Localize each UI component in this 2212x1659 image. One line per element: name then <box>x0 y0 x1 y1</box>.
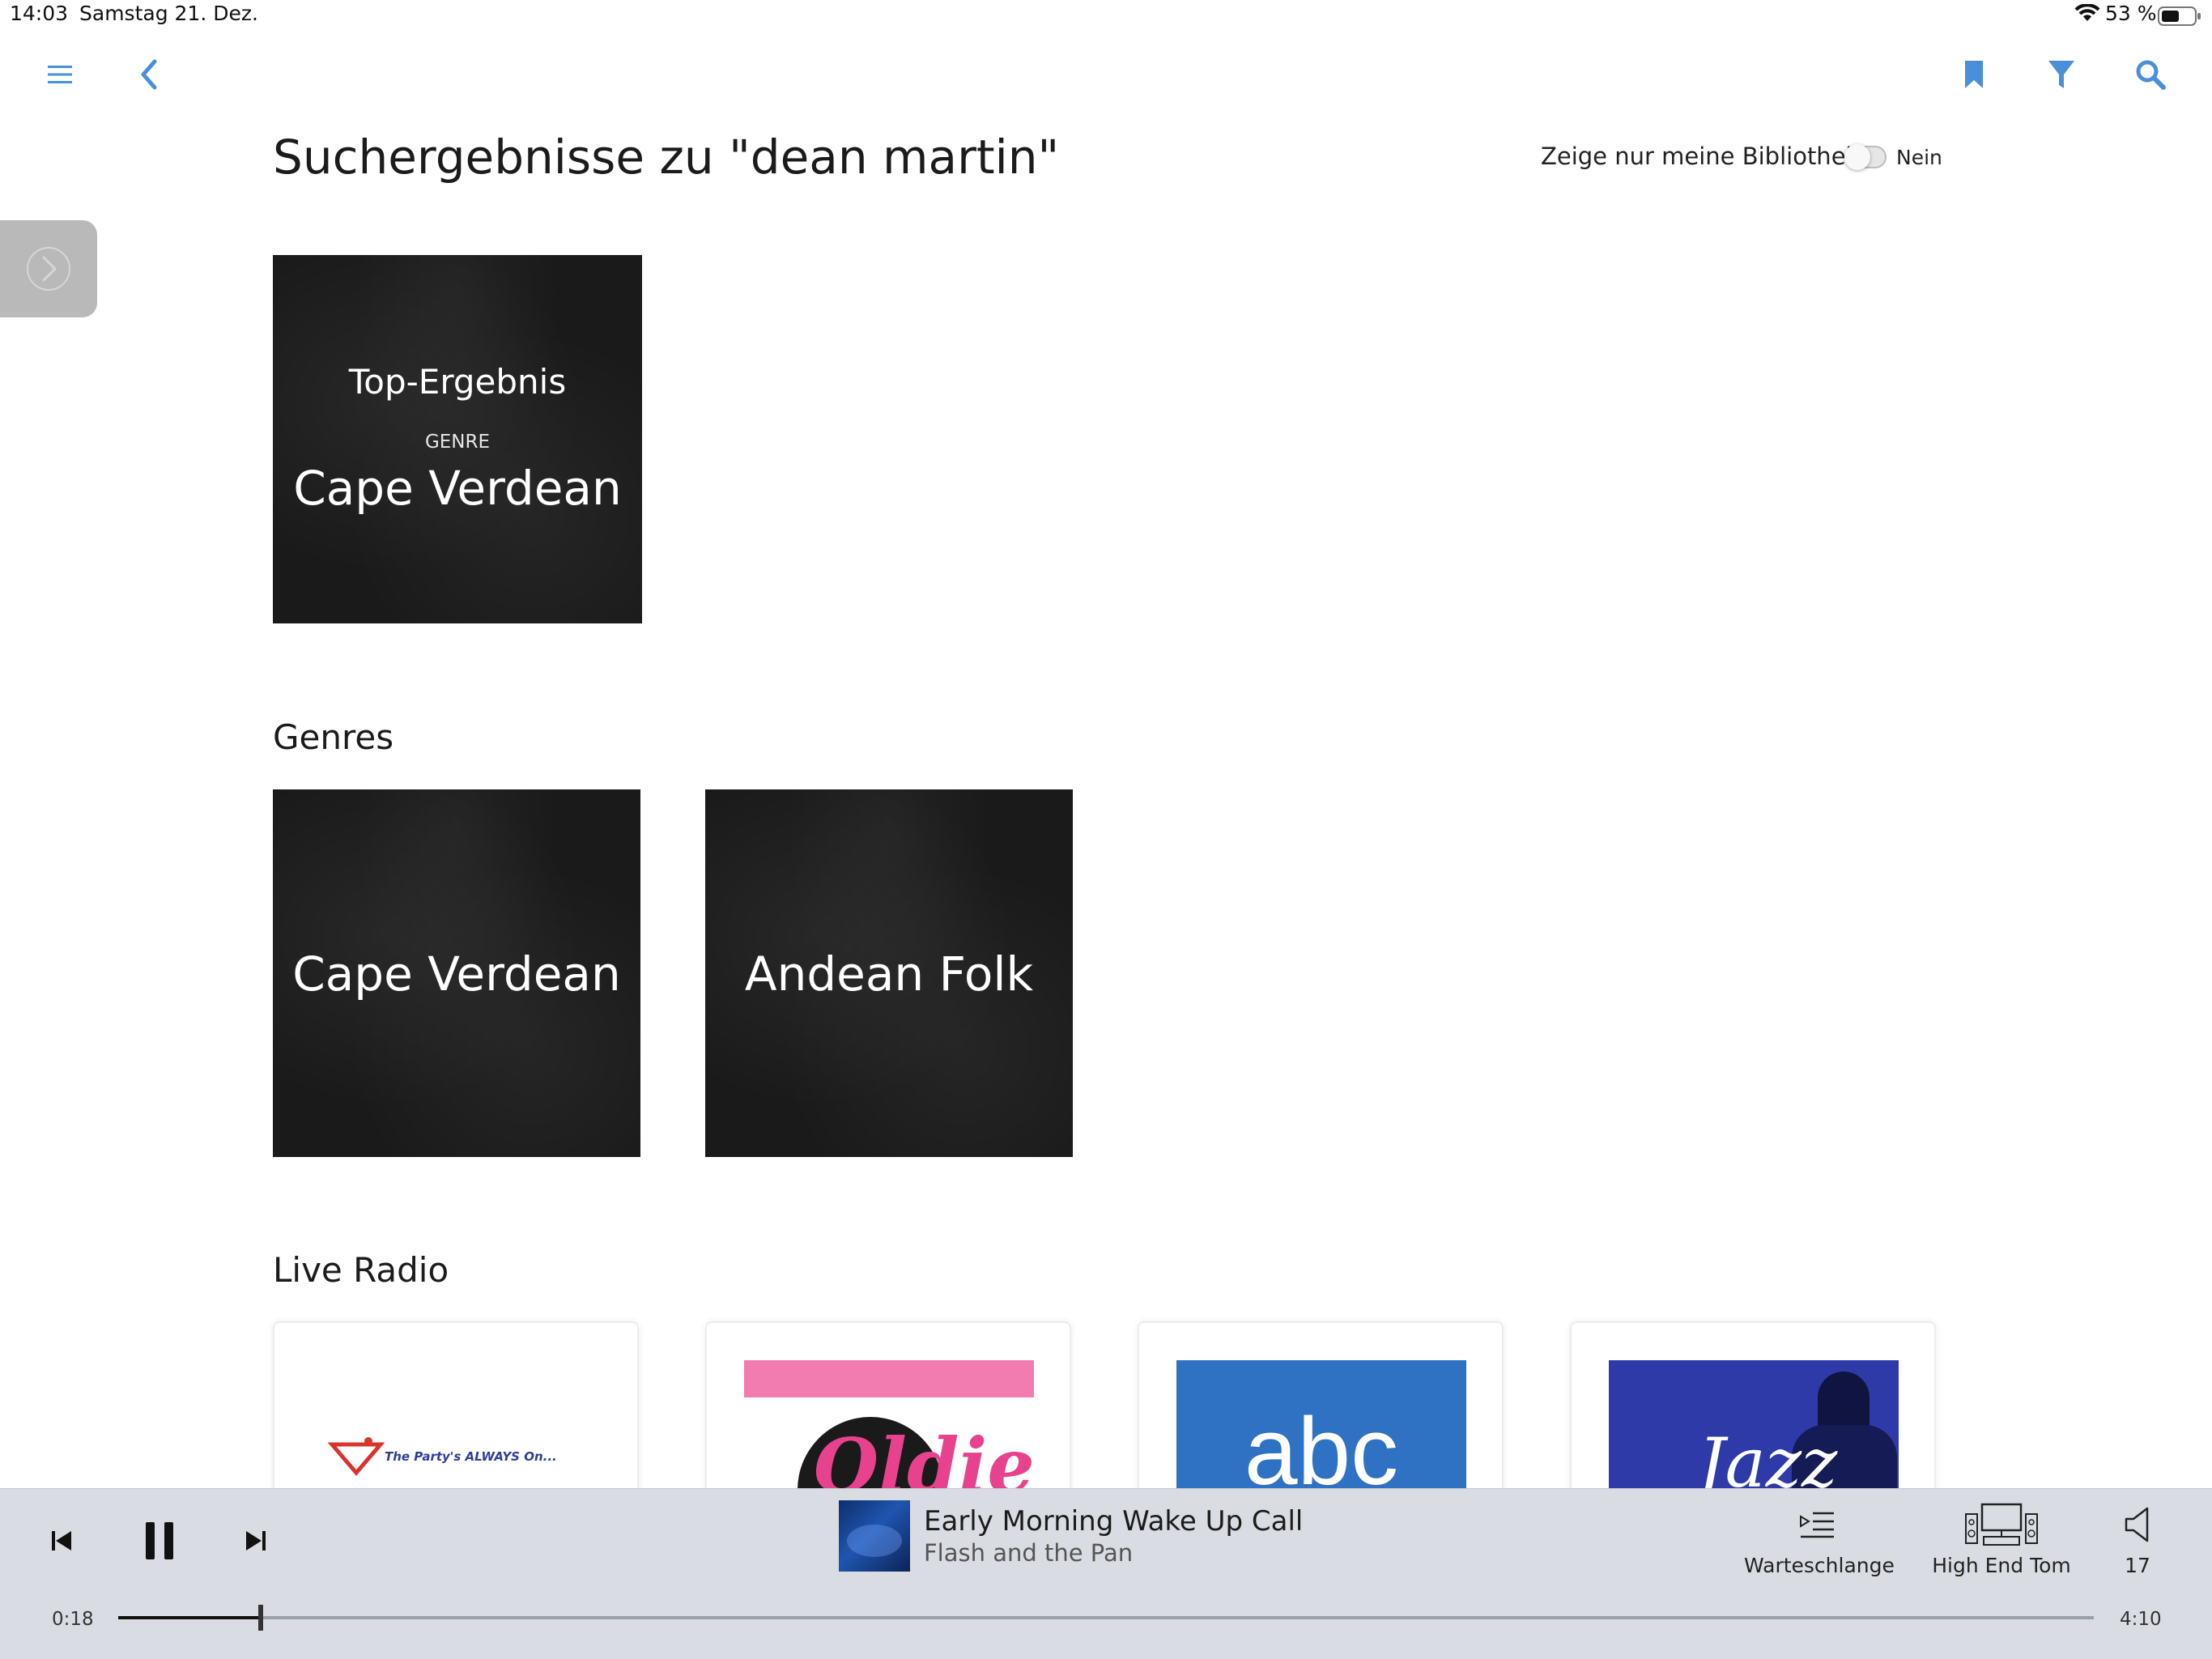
library-toggle-value: Nein <box>1896 146 1942 169</box>
now-playing-bar: Early Morning Wake Up Call Flash and the… <box>0 1488 2212 1659</box>
battery-percent: 53 % <box>2105 2 2157 25</box>
pause-button[interactable] <box>136 1516 183 1565</box>
top-result-type: GENRE <box>424 432 491 453</box>
radio-station-card[interactable]: abc <box>1138 1321 1504 1516</box>
track-title[interactable]: Early Morning Wake Up Call <box>924 1505 1303 1538</box>
bookmark-button[interactable] <box>1950 50 1998 99</box>
status-time: 14:03 <box>10 2 69 25</box>
page-title: Suchergebnisse zu "dean martin" <box>273 130 1060 185</box>
menu-button[interactable] <box>36 50 84 99</box>
progress-thumb[interactable] <box>257 1605 263 1631</box>
progress-bar[interactable] <box>118 1605 2094 1631</box>
genre-name: Andean Folk <box>744 946 1034 1002</box>
volume-button[interactable] <box>2113 1502 2162 1547</box>
skip-next-icon <box>246 1531 266 1551</box>
status-date: Samstag 21. Dez. <box>79 2 258 25</box>
search-button[interactable] <box>2126 50 2175 99</box>
library-toggle-switch[interactable] <box>1844 144 1887 170</box>
speaker-system-icon <box>1965 1503 2038 1546</box>
menu-icon <box>48 66 72 83</box>
top-result-heading: Top-Ergebnis <box>348 362 567 402</box>
room-label[interactable]: High End Tom <box>1929 1554 2074 1577</box>
queue-button[interactable] <box>1784 1502 1849 1547</box>
filter-icon <box>2048 61 2074 88</box>
cocktail-icon <box>328 1437 385 1476</box>
skip-previous-icon <box>52 1531 71 1551</box>
room-button[interactable] <box>1963 1502 2040 1547</box>
volume-value: 17 <box>2125 1554 2150 1577</box>
genres-heading: Genres <box>273 717 394 757</box>
track-artist[interactable]: Flash and the Pan <box>924 1539 1133 1567</box>
station-logo-text: abc <box>1244 1398 1399 1505</box>
radio-station-card[interactable]: Oldies <box>705 1321 1071 1516</box>
back-button[interactable] <box>125 50 173 99</box>
back-icon <box>141 59 157 90</box>
radio-station-card[interactable]: The Party's ALWAYS On... <box>273 1321 639 1516</box>
search-icon <box>2136 60 2166 90</box>
cover-highlight <box>847 1525 902 1557</box>
library-toggle-label: Zeige nur meine Bibliothek <box>1541 143 1860 170</box>
logo-stripe <box>744 1360 1034 1397</box>
genre-name: Cape Verdean <box>292 946 621 1002</box>
toggle-knob <box>1844 144 1870 170</box>
genre-tile[interactable]: Cape Verdean <box>273 789 640 1157</box>
top-result-name: Cape Verdean <box>293 461 622 516</box>
pause-icon <box>146 1522 173 1559</box>
queue-label[interactable]: Warteschlange <box>1744 1554 1895 1577</box>
battery-icon <box>2158 6 2201 26</box>
previous-button[interactable] <box>42 1521 81 1560</box>
speaker-volume-icon <box>2125 1507 2149 1542</box>
filter-button[interactable] <box>2037 50 2086 99</box>
live-radio-heading: Live Radio <box>273 1250 449 1290</box>
top-result-tile[interactable]: Top-Ergebnis GENRE Cape Verdean <box>273 255 642 623</box>
album-cover[interactable] <box>839 1500 910 1572</box>
radio-station-card[interactable]: Jazz <box>1570 1321 1936 1516</box>
side-panel-expand-button[interactable] <box>0 220 97 317</box>
wifi-icon <box>2074 4 2100 21</box>
queue-icon <box>1800 1512 1834 1538</box>
next-button[interactable] <box>236 1521 275 1560</box>
total-duration: 4:10 <box>2120 1609 2162 1630</box>
chevron-right-icon <box>27 247 70 291</box>
saxophonist-silhouette <box>1818 1372 1870 1431</box>
progress-fill <box>118 1616 261 1619</box>
elapsed-time: 0:18 <box>52 1609 94 1630</box>
genre-tile[interactable]: Andean Folk <box>705 789 1073 1157</box>
station-logo-text: The Party's ALWAYS On... <box>385 1449 557 1464</box>
bookmark-icon <box>1965 61 1983 88</box>
